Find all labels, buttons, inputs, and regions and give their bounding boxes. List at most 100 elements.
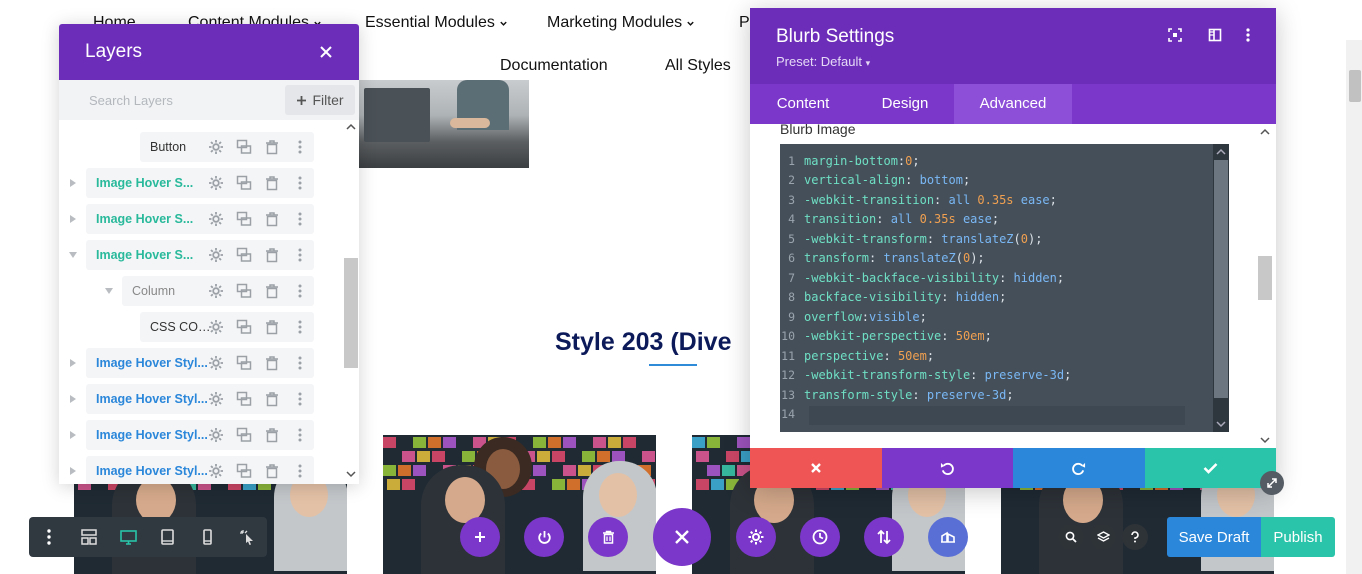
phone-view-button[interactable] bbox=[188, 517, 228, 557]
preset-selector[interactable]: Preset: Default ▾ bbox=[776, 54, 870, 69]
duplicate-icon[interactable] bbox=[236, 391, 252, 407]
wireframe-view-button[interactable] bbox=[69, 517, 109, 557]
gear-icon[interactable] bbox=[208, 427, 224, 443]
layers-scrollbar-thumb[interactable] bbox=[344, 258, 358, 368]
tab-advanced[interactable]: Advanced bbox=[954, 84, 1072, 124]
expand-arrow-down-icon[interactable] bbox=[105, 287, 113, 295]
gear-icon[interactable] bbox=[208, 139, 224, 155]
duplicate-icon[interactable] bbox=[236, 319, 252, 335]
expand-arrow-right-icon[interactable] bbox=[69, 467, 77, 475]
delete-button[interactable] bbox=[588, 517, 628, 557]
chevron-up-icon[interactable] bbox=[1260, 128, 1270, 136]
expand-arrow-right-icon[interactable] bbox=[69, 431, 77, 439]
redo-button[interactable] bbox=[1013, 448, 1145, 488]
duplicate-icon[interactable] bbox=[236, 283, 252, 299]
save-draft-button[interactable]: Save Draft bbox=[1167, 517, 1261, 557]
vertical-dots-icon[interactable] bbox=[292, 355, 308, 371]
vertical-dots-icon[interactable] bbox=[292, 139, 308, 155]
vertical-dots-icon[interactable] bbox=[292, 319, 308, 335]
css-code-editor[interactable]: 1 margin-bottom:0; 2 vertical-align: bottom… bbox=[780, 144, 1229, 432]
tablet-view-button[interactable] bbox=[148, 517, 188, 557]
layer-item[interactable]: CSS CODE bbox=[140, 312, 314, 342]
save-button[interactable] bbox=[1144, 448, 1276, 488]
power-button[interactable] bbox=[524, 517, 564, 557]
trash-icon[interactable] bbox=[264, 427, 280, 443]
tab-design[interactable]: Design bbox=[856, 84, 954, 124]
layer-item[interactable]: Image Hover S... bbox=[86, 168, 314, 198]
gear-icon[interactable] bbox=[208, 319, 224, 335]
trash-icon[interactable] bbox=[264, 247, 280, 263]
trash-icon[interactable] bbox=[264, 211, 280, 227]
layer-item[interactable]: Image Hover Styl... bbox=[86, 348, 314, 378]
duplicate-icon[interactable] bbox=[236, 247, 252, 263]
page-scrollbar[interactable] bbox=[1346, 40, 1362, 574]
help-button[interactable] bbox=[1122, 524, 1148, 550]
duplicate-icon[interactable] bbox=[236, 427, 252, 443]
trash-icon[interactable] bbox=[264, 391, 280, 407]
tab-content[interactable]: Content bbox=[750, 84, 856, 124]
vertical-dots-icon[interactable] bbox=[292, 283, 308, 299]
layers-search-input[interactable] bbox=[59, 80, 279, 120]
vertical-dots-icon[interactable] bbox=[292, 463, 308, 479]
expand-arrow-down-icon[interactable] bbox=[69, 251, 77, 259]
trash-icon[interactable] bbox=[264, 175, 280, 191]
vertical-dots-icon[interactable] bbox=[292, 427, 308, 443]
gear-icon[interactable] bbox=[208, 355, 224, 371]
layer-item[interactable]: Image Hover Styl... bbox=[86, 420, 314, 450]
vertical-dots-icon[interactable] bbox=[292, 247, 308, 263]
layer-item[interactable]: Image Hover Styl... bbox=[86, 384, 314, 414]
filter-button[interactable]: Filter bbox=[285, 85, 355, 115]
nav-marketing-modules[interactable]: Marketing Modules bbox=[547, 14, 695, 32]
portability-button[interactable] bbox=[864, 517, 904, 557]
duplicate-icon[interactable] bbox=[236, 139, 252, 155]
split-view-icon[interactable] bbox=[1208, 28, 1222, 42]
layer-item[interactable]: Button bbox=[140, 132, 314, 162]
divi-ai-button[interactable] bbox=[928, 517, 968, 557]
chevron-down-icon[interactable] bbox=[346, 470, 356, 478]
desktop-view-button[interactable] bbox=[108, 517, 148, 557]
trash-icon[interactable] bbox=[264, 319, 280, 335]
duplicate-icon[interactable] bbox=[236, 355, 252, 371]
zoom-button[interactable] bbox=[1058, 524, 1084, 550]
close-icon[interactable] bbox=[319, 45, 333, 59]
settings-scrollbar-thumb[interactable] bbox=[1258, 256, 1272, 300]
click-mode-button[interactable] bbox=[227, 517, 267, 557]
more-menu-button[interactable] bbox=[29, 517, 69, 557]
duplicate-icon[interactable] bbox=[236, 463, 252, 479]
chevron-down-icon[interactable] bbox=[1260, 436, 1270, 444]
chevron-up-icon[interactable] bbox=[346, 123, 356, 131]
nav-documentation[interactable]: Documentation bbox=[500, 57, 608, 75]
undo-button[interactable] bbox=[881, 448, 1013, 488]
layer-item[interactable]: Image Hover S... bbox=[86, 240, 314, 270]
layers-toggle-button[interactable] bbox=[1090, 524, 1116, 550]
layer-item[interactable]: Image Hover Styl... bbox=[86, 456, 314, 484]
expand-arrow-right-icon[interactable] bbox=[69, 179, 77, 187]
trash-icon[interactable] bbox=[264, 283, 280, 299]
layers-scrollbar[interactable] bbox=[343, 120, 359, 484]
duplicate-icon[interactable] bbox=[236, 175, 252, 191]
discard-button[interactable] bbox=[750, 448, 882, 488]
close-builder-button[interactable] bbox=[653, 508, 711, 566]
vertical-dots-icon[interactable] bbox=[292, 211, 308, 227]
page-scrollbar-thumb[interactable] bbox=[1349, 70, 1361, 102]
gear-icon[interactable] bbox=[208, 211, 224, 227]
gear-icon[interactable] bbox=[208, 391, 224, 407]
vertical-dots-icon[interactable] bbox=[292, 391, 308, 407]
expand-arrow-right-icon[interactable] bbox=[69, 395, 77, 403]
history-button[interactable] bbox=[800, 517, 840, 557]
trash-icon[interactable] bbox=[264, 463, 280, 479]
nav-essential-modules[interactable]: Essential Modules bbox=[365, 14, 508, 32]
layer-item[interactable]: Column bbox=[122, 276, 314, 306]
gear-icon[interactable] bbox=[208, 175, 224, 191]
nav-all-styles[interactable]: All Styles bbox=[665, 57, 731, 75]
expand-arrow-right-icon[interactable] bbox=[69, 215, 77, 223]
trash-icon[interactable] bbox=[264, 355, 280, 371]
layer-item[interactable]: Image Hover S... bbox=[86, 204, 314, 234]
more-options-icon[interactable] bbox=[1241, 28, 1255, 42]
settings-scrollbar[interactable] bbox=[1258, 124, 1272, 448]
gear-icon[interactable] bbox=[208, 283, 224, 299]
expand-arrow-right-icon[interactable] bbox=[69, 359, 77, 367]
publish-button[interactable]: Publish bbox=[1261, 517, 1335, 557]
add-button[interactable] bbox=[460, 517, 500, 557]
vertical-dots-icon[interactable] bbox=[292, 175, 308, 191]
